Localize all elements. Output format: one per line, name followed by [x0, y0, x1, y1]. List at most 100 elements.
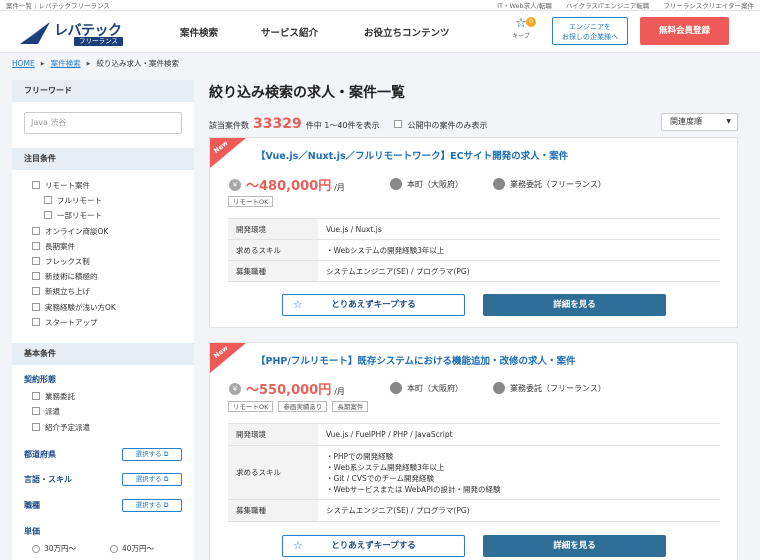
link-highclass-jobs[interactable]: ハイクラスITエンジニア転職: [566, 0, 650, 10]
checkbox-partial-remote[interactable]: 一部リモート: [44, 209, 102, 221]
new-ribbon: New: [210, 138, 246, 168]
checkbox-outsourcing[interactable]: 業務委託: [32, 390, 75, 402]
checkbox-icon: [44, 196, 52, 204]
chevron-down-icon: ▼: [726, 118, 731, 125]
checkbox-startup[interactable]: スタートアップ: [32, 316, 98, 328]
job-contract: 業務委託（フリーランス）: [493, 382, 606, 394]
language-skill-title: 言語・スキル: [24, 475, 72, 484]
skill-line: ・Webサービスまたは WebAPIの設計・開発の経験: [326, 484, 501, 494]
yen-icon: ¥: [229, 178, 241, 191]
job-spec-table: 開発環境 Vue.js / Nuxt.js 求めるスキル ・Webシステムの開発経験…: [228, 218, 720, 282]
checkbox-flex[interactable]: フレックス制: [32, 255, 90, 267]
radio-label: 40万円〜: [122, 544, 155, 553]
spec-value: Vue.js / FuelPHP / PHP / JavaScript: [318, 423, 720, 446]
keep-button[interactable]: ☆ とりあえずキープする: [282, 535, 465, 557]
checkbox-label: 一部リモート: [57, 210, 102, 220]
for-companies-button[interactable]: エンジニアを お探しの企業様へ: [552, 17, 628, 45]
job-tag: 長期案件: [332, 401, 369, 412]
table-row: 求めるスキル ・Webシステムの開発経験3年以上: [228, 239, 720, 261]
checkbox-icon: [32, 423, 40, 431]
keep-link[interactable]: ☆ 0 キープ: [508, 17, 536, 47]
filter-sidebar: フリーワード Java 渋谷 注目条件 リモート案件 フルリモート 一部リモート…: [12, 80, 194, 560]
checkbox-icon: [32, 287, 40, 295]
salary-unit: /月: [334, 183, 345, 192]
free-word-heading: フリーワード: [12, 80, 194, 102]
spec-key: 募集職種: [228, 260, 318, 282]
skill-line: ・Web系システム開発経験3年以上: [326, 462, 445, 472]
table-row: 募集職種 システムエンジニア(SE) / プログラマ(PG): [228, 260, 720, 282]
location-text: 本町（大阪府）: [407, 179, 463, 189]
contract-text: 業務委託（フリーランス）: [510, 383, 606, 393]
job-spec-table: 開発環境 Vue.js / FuelPHP / PHP / JavaScript …: [228, 423, 720, 522]
spec-key: 開発環境: [228, 218, 318, 240]
breadcrumb-search[interactable]: 案件検索: [51, 58, 81, 69]
site-logo[interactable]: レバテック フリーランス: [20, 20, 140, 46]
checkbox-new-launch[interactable]: 新規立ち上げ: [32, 285, 90, 297]
open-only-checkbox[interactable]: [393, 120, 402, 128]
checkbox-new-tech[interactable]: 新技術に積極的: [32, 270, 98, 282]
spec-key: 開発環境: [228, 423, 318, 446]
checkbox-label: 実務経験が浅い方OK: [45, 302, 116, 312]
spec-value: システムエンジニア(SE) / プログラマ(PG): [318, 260, 720, 282]
table-row: 求めるスキル ・PHPでの開発経験 ・Web系システム開発経験3年以上 ・Git…: [228, 445, 720, 500]
checkbox-remote[interactable]: リモート案件: [32, 179, 90, 191]
location-pin-icon: [390, 382, 402, 394]
checkbox-icon: [32, 257, 40, 265]
checkbox-label: リモート案件: [45, 180, 90, 190]
unit-price-title: 単価: [24, 527, 40, 536]
spec-value: ・Webシステムの開発経験3年以上: [318, 239, 720, 261]
job-title-link[interactable]: 【Vue.js／Nuxt.js／フルリモートワーク】ECサイト開発の求人・案件: [256, 148, 568, 162]
spec-key: 募集職種: [228, 499, 318, 522]
link-creator-jobs[interactable]: フリーランスクリエイター案件: [663, 0, 754, 10]
nav-job-search[interactable]: 案件検索: [180, 25, 218, 39]
sort-select[interactable]: 関連度順 ▼: [661, 113, 738, 131]
checkbox-temp-to-perm[interactable]: 紹介予定派遣: [32, 421, 90, 433]
checkbox-long-term[interactable]: 長期案件: [32, 240, 75, 252]
spec-key: 求めるスキル: [228, 445, 318, 500]
nav-service[interactable]: サービス紹介: [261, 25, 318, 39]
register-button[interactable]: 無料会員登録: [640, 17, 729, 45]
logo-mark-icon: [20, 22, 50, 44]
keep-button[interactable]: ☆ とりあえずキープする: [282, 294, 465, 316]
checkbox-junior-ok[interactable]: 実務経験が浅い方OK: [32, 301, 116, 313]
job-contract: 業務委託（フリーランス）: [493, 178, 606, 190]
sort-value: 関連度順: [670, 117, 702, 126]
prefecture-select-button[interactable]: 選択する ⧉: [122, 448, 182, 461]
checkbox-online-meeting[interactable]: オンライン商談OK: [32, 225, 108, 237]
location-text: 本町（大阪府）: [407, 383, 463, 393]
job-type-select-button[interactable]: 選択する ⧉: [122, 499, 182, 512]
person-icon: [493, 178, 505, 190]
count-prefix: 該当案件数: [209, 121, 249, 130]
select-label: 選択する: [135, 475, 162, 483]
checkbox-label: 派遣: [45, 406, 60, 416]
language-skill-select-button[interactable]: 選択する ⧉: [122, 473, 182, 486]
link-it-web-jobs[interactable]: IT・Web求人/転職: [497, 0, 552, 10]
for-companies-line2: お探しの企業様へ: [562, 33, 618, 41]
checkbox-label: フレックス制: [45, 256, 90, 266]
job-card: New 【Vue.js／Nuxt.js／フルリモートワーク】ECサイト開発の求人…: [209, 137, 738, 328]
breadcrumb-home[interactable]: HOME: [12, 59, 35, 68]
detail-button[interactable]: 詳細を見る: [483, 535, 666, 557]
table-row: 募集職種 システムエンジニア(SE) / プログラマ(PG): [228, 499, 720, 522]
checkbox-dispatch[interactable]: 派遣: [32, 405, 60, 417]
open-only-label: 公開中の案件のみ表示: [407, 121, 488, 130]
checkbox-icon: [32, 272, 40, 280]
checkbox-full-remote[interactable]: フルリモート: [44, 194, 102, 206]
chevron-right-icon: ▶: [40, 60, 45, 67]
job-title-link[interactable]: 【PHP/フルリモート】既存システムにおける機能追加・改修の求人・案件: [256, 353, 576, 367]
breadcrumb-current: 絞り込み求人・案件検索: [96, 59, 179, 68]
result-count: 33329: [253, 116, 302, 132]
radio-label: 30万円〜: [44, 544, 77, 553]
select-label: 選択する: [135, 450, 162, 458]
radio-price-30[interactable]: 30万円〜: [32, 543, 76, 554]
checkbox-label: フルリモート: [57, 195, 102, 205]
free-word-input[interactable]: Java 渋谷: [24, 112, 182, 134]
radio-icon: [110, 544, 118, 553]
detail-button[interactable]: 詳細を見る: [483, 294, 666, 316]
breadcrumb: HOME ▶ 案件検索 ▶ 絞り込み求人・案件検索: [12, 58, 179, 69]
radio-price-40[interactable]: 40万円〜: [110, 543, 154, 554]
nav-contents[interactable]: お役立ちコンテンツ: [364, 25, 450, 39]
checkbox-icon: [44, 211, 52, 219]
checkbox-label: 業務委託: [45, 391, 75, 401]
top-utility-bar: 案件一覧｜レバテックフリーランス IT・Web求人/転職 ハイクラスITエンジニ…: [0, 0, 760, 11]
